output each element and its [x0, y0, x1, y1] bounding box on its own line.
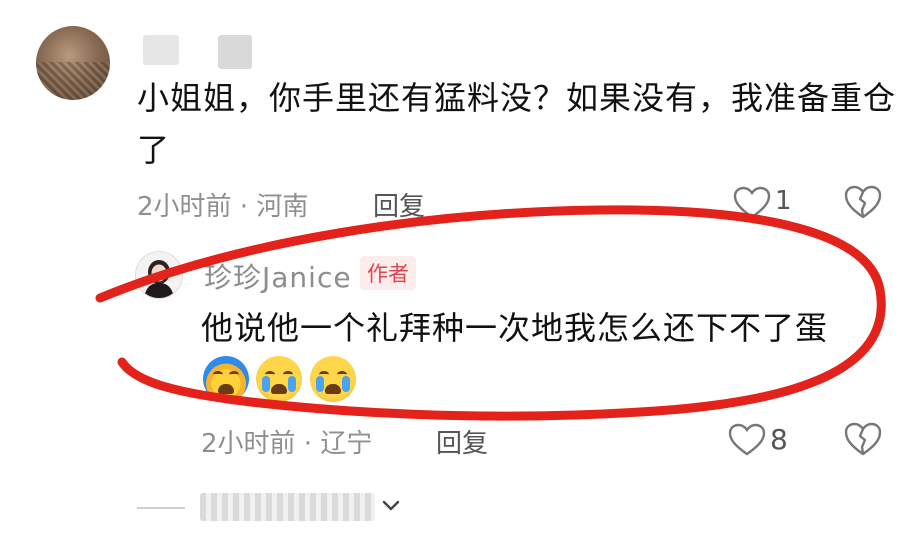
- commenter-name-blurred[interactable]: [143, 35, 179, 65]
- author-avatar-image: [136, 252, 182, 298]
- emoji-tear: [288, 376, 296, 392]
- emoji-tear: [316, 376, 324, 392]
- heart-icon: [728, 423, 766, 456]
- emoji-eye: [213, 371, 223, 378]
- reply-text: 他说他一个礼拜种一次地我怎么还下不了蛋: [201, 309, 829, 347]
- emoji-mouth: [271, 384, 287, 394]
- chevron-down-icon: [382, 500, 400, 511]
- emoji-mouth: [218, 384, 234, 394]
- heart-icon: [733, 186, 771, 219]
- emoji-tear: [342, 376, 350, 392]
- crying-emoji: [256, 356, 302, 402]
- comment-text: 小姐姐，你手里还有猛料没？如果没有，我准备重仓了: [137, 79, 897, 169]
- replies-divider: [137, 507, 185, 509]
- expand-replies-button[interactable]: [380, 494, 402, 520]
- commenter-name-blurred[interactable]: [218, 35, 252, 69]
- comment-meta: 2小时前 · 河南: [137, 192, 309, 222]
- commenter-avatar[interactable]: [36, 26, 110, 100]
- emoji-tear: [262, 376, 270, 392]
- broken-heart-icon: [844, 422, 882, 456]
- author-badge: 作者: [360, 256, 416, 290]
- expand-replies-blurred[interactable]: [200, 493, 375, 521]
- cold-sweat-emoji: [203, 356, 249, 402]
- reply-button[interactable]: 回复: [373, 186, 425, 223]
- emoji-eye: [229, 371, 239, 378]
- emoji-mouth: [325, 384, 341, 394]
- dislike-button[interactable]: [843, 184, 883, 220]
- like-button[interactable]: [728, 423, 766, 457]
- author-avatar[interactable]: [135, 251, 183, 299]
- author-name[interactable]: 珍珍Janice: [204, 256, 352, 296]
- reply-meta: 2小时前 · 辽宁: [201, 429, 373, 459]
- like-count: 1: [775, 186, 792, 216]
- reply-button[interactable]: 回复: [436, 423, 488, 460]
- like-button[interactable]: [733, 186, 771, 220]
- dislike-button[interactable]: [843, 421, 883, 457]
- like-count: 8: [770, 423, 788, 456]
- broken-heart-icon: [844, 185, 882, 219]
- crying-emoji: [310, 356, 356, 402]
